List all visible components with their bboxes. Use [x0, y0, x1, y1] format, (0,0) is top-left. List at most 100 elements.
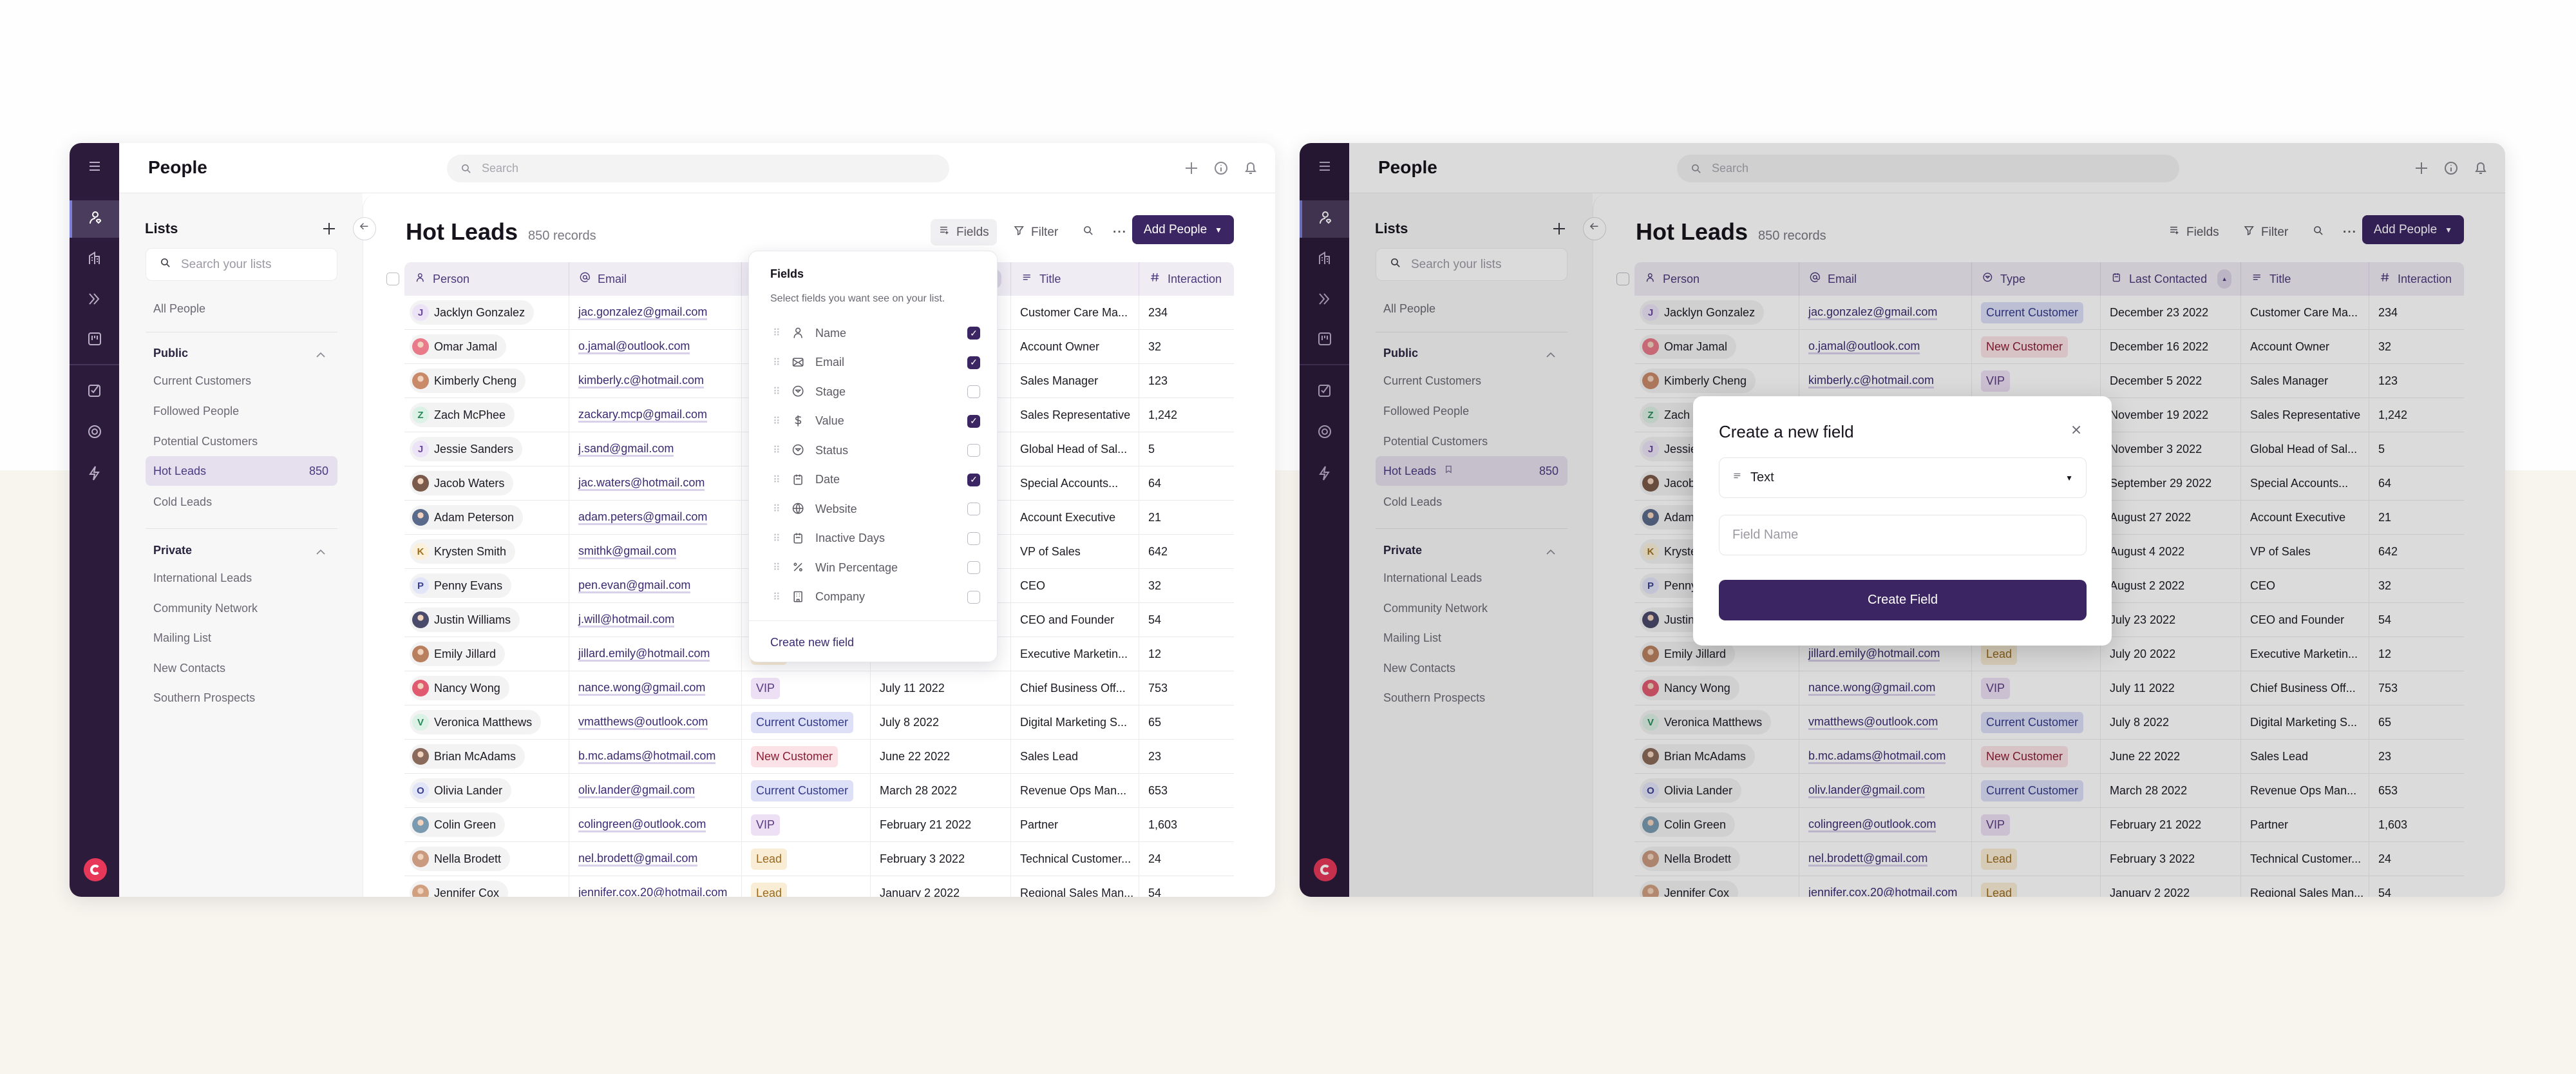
email-link[interactable]: j.will@hotmail.com [578, 613, 675, 628]
rail-people-button[interactable] [70, 200, 119, 238]
filter-button[interactable]: Filter [1005, 219, 1066, 245]
drag-handle-icon[interactable]: ⠿ [773, 591, 781, 604]
field-name-input[interactable]: Field Name [1719, 515, 2087, 555]
field-option[interactable]: ⠿ Website [749, 496, 997, 522]
person-chip[interactable]: Jennifer Cox [410, 881, 509, 897]
list-item[interactable]: Followed People [153, 405, 239, 418]
email-link[interactable]: kimberly.c@hotmail.com [578, 374, 704, 388]
email-link[interactable]: nel.brodett@gmail.com [578, 852, 698, 867]
drag-handle-icon[interactable]: ⠿ [773, 327, 781, 340]
email-link[interactable]: jennifer.cox.20@hotmail.com [578, 886, 727, 897]
field-checkbox[interactable] [967, 444, 980, 457]
collapse-panel-button[interactable] [353, 217, 376, 240]
table-row[interactable]: Brian McAdams b.mc.adams@hotmail.com New… [404, 740, 1234, 774]
drag-handle-icon[interactable]: ⠿ [773, 561, 781, 574]
person-chip[interactable]: Colin Green [410, 812, 506, 837]
table-row[interactable]: Nancy Wong nance.wong@gmail.com VIP July… [404, 671, 1234, 705]
list-hot-leads[interactable]: Hot Leads 850 [146, 456, 337, 486]
person-chip[interactable]: O Olivia Lander [410, 778, 512, 803]
drag-handle-icon[interactable]: ⠿ [773, 356, 781, 369]
search-button[interactable] [1074, 219, 1103, 245]
rail-automation-button[interactable] [70, 458, 119, 490]
list-item[interactable]: Cold Leads [153, 495, 212, 509]
rail-pipeline-button[interactable] [70, 284, 119, 316]
drag-handle-icon[interactable]: ⠿ [773, 444, 781, 457]
email-link[interactable]: b.mc.adams@hotmail.com [578, 749, 716, 764]
drag-handle-icon[interactable]: ⠿ [773, 415, 781, 428]
person-chip[interactable]: Z Zach McPhee [410, 403, 515, 427]
field-checkbox[interactable]: ✓ [967, 414, 980, 428]
field-option[interactable]: ⠿ Company [749, 584, 997, 610]
drag-handle-icon[interactable]: ⠿ [773, 503, 781, 515]
select-all-checkbox[interactable] [386, 273, 399, 285]
field-option[interactable]: ⠿ Date ✓ [749, 467, 997, 493]
email-link[interactable]: colingreen@outlook.com [578, 818, 706, 832]
rail-menu-button[interactable] [70, 151, 119, 184]
drag-handle-icon[interactable]: ⠿ [773, 385, 781, 398]
field-option[interactable]: ⠿ Win Percentage [749, 555, 997, 580]
field-checkbox[interactable] [967, 532, 980, 545]
person-chip[interactable]: Emily Jillard [410, 642, 506, 666]
person-chip[interactable]: Jacob Waters [410, 471, 514, 495]
table-row[interactable]: Jennifer Cox jennifer.cox.20@hotmail.com… [404, 876, 1234, 897]
field-option[interactable]: ⠿ Value ✓ [749, 408, 997, 434]
list-item[interactable]: Potential Customers [153, 435, 258, 448]
field-checkbox[interactable] [967, 590, 980, 604]
section-private[interactable]: Private [153, 544, 192, 557]
list-item[interactable]: Current Customers [153, 374, 251, 388]
list-item[interactable]: Mailing List [153, 631, 211, 645]
info-icon[interactable] [1213, 160, 1229, 177]
table-row[interactable]: V Veronica Matthews vmatthews@outlook.com… [404, 705, 1234, 740]
field-option[interactable]: ⠿ Email ✓ [749, 350, 997, 376]
field-checkbox[interactable]: ✓ [967, 327, 980, 340]
list-item[interactable]: Community Network [153, 602, 258, 615]
list-item[interactable]: New Contacts [153, 662, 225, 675]
create-new-field-link[interactable]: Create new field [770, 636, 854, 649]
list-all-people[interactable]: All People [153, 302, 205, 316]
email-link[interactable]: smithk@gmail.com [578, 544, 677, 559]
more-options-button[interactable]: ··· [1105, 219, 1135, 245]
field-checkbox[interactable]: ✓ [967, 356, 980, 369]
fields-button[interactable]: Fields [931, 219, 997, 245]
field-option[interactable]: ⠿ Name ✓ [749, 320, 997, 346]
email-link[interactable]: jac.waters@hotmail.com [578, 476, 705, 491]
column-header[interactable]: Title [1011, 262, 1139, 296]
email-link[interactable]: zackary.mcp@gmail.com [578, 408, 707, 423]
table-row[interactable]: O Olivia Lander oliv.lander@gmail.com Cur… [404, 774, 1234, 808]
email-link[interactable]: nance.wong@gmail.com [578, 681, 706, 696]
add-list-button[interactable] [321, 220, 337, 237]
person-chip[interactable]: Adam Peterson [410, 505, 524, 530]
global-search-input[interactable]: Search [447, 155, 949, 182]
person-chip[interactable]: J Jessie Sanders [410, 437, 523, 461]
list-item[interactable]: International Leads [153, 571, 252, 585]
person-chip[interactable]: J Jacklyn Gonzalez [410, 300, 535, 325]
email-link[interactable]: jillard.emily@hotmail.com [578, 647, 710, 662]
list-item[interactable]: Southern Prospects [153, 691, 255, 705]
search-lists-input[interactable]: Search your lists [146, 248, 337, 281]
field-checkbox[interactable]: ✓ [967, 473, 980, 486]
add-people-button[interactable]: Add People ▼ [1132, 215, 1234, 244]
email-link[interactable]: j.sand@gmail.com [578, 442, 674, 457]
email-link[interactable]: adam.peters@gmail.com [578, 510, 708, 525]
email-link[interactable]: o.jamal@outlook.com [578, 340, 690, 354]
drag-handle-icon[interactable]: ⠿ [773, 474, 781, 486]
rail-target-button[interactable] [70, 417, 119, 449]
person-chip[interactable]: Nella Brodett [410, 847, 511, 871]
app-logo[interactable] [84, 858, 107, 881]
column-header[interactable]: Person [404, 262, 569, 296]
close-icon[interactable] [2069, 423, 2085, 438]
field-type-select[interactable]: Text ▼ [1719, 457, 2087, 498]
person-chip[interactable]: Brian McAdams [410, 744, 526, 769]
rail-board-button[interactable] [70, 324, 119, 356]
bell-icon[interactable] [1242, 160, 1259, 177]
person-chip[interactable]: Kimberly Cheng [410, 369, 526, 393]
person-chip[interactable]: K Krysten Smith [410, 539, 516, 564]
create-field-button[interactable]: Create Field [1719, 580, 2087, 620]
person-chip[interactable]: Justin Williams [410, 608, 520, 632]
column-header[interactable]: Email [569, 262, 742, 296]
email-link[interactable]: pen.evan@gmail.com [578, 579, 691, 593]
field-checkbox[interactable] [967, 561, 980, 574]
chevron-up-icon[interactable] [316, 350, 326, 358]
plus-icon[interactable] [1183, 160, 1200, 177]
drag-handle-icon[interactable]: ⠿ [773, 532, 781, 545]
